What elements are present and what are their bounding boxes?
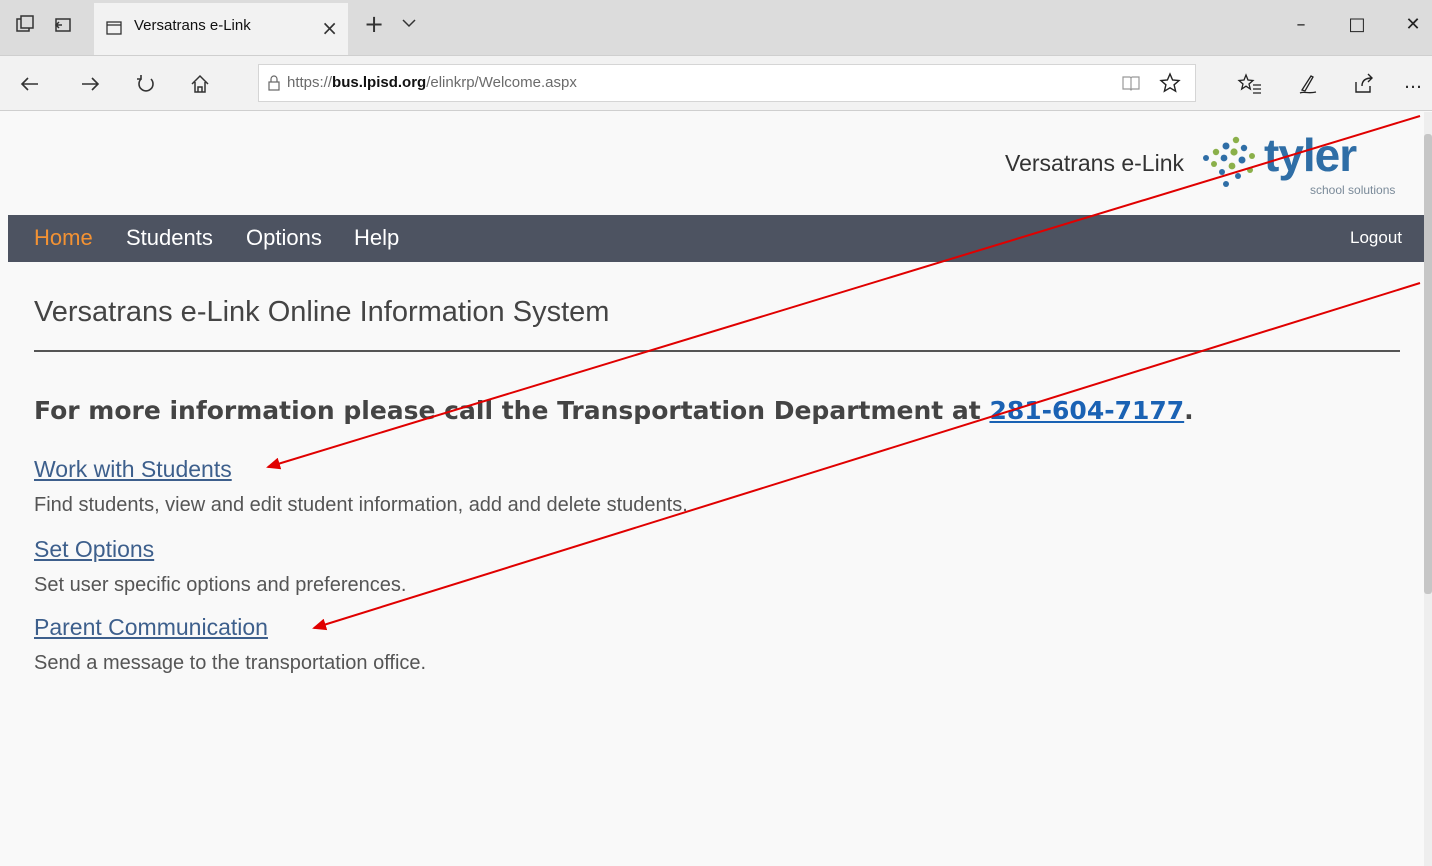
- address-bar[interactable]: https://bus.lpisd.org/elinkrp/Welcome.as…: [258, 64, 1196, 102]
- more-icon[interactable]: …: [1404, 72, 1422, 93]
- refresh-icon[interactable]: [132, 70, 160, 98]
- set-options-link[interactable]: Set Options: [34, 536, 154, 563]
- scrollbar-thumb[interactable]: [1424, 134, 1432, 594]
- phone-link[interactable]: 281-604-7177: [989, 396, 1184, 425]
- minimize-button[interactable]: –: [1286, 10, 1316, 40]
- parent-communication-desc: Send a message to the transportation off…: [34, 652, 427, 674]
- close-window-button[interactable]: ✕: [1398, 10, 1428, 40]
- forward-icon[interactable]: [76, 70, 104, 98]
- set-tabs-aside-icon[interactable]: [52, 14, 74, 36]
- menu-home[interactable]: Home: [34, 225, 93, 251]
- work-with-students-desc: Find students, view and edit student inf…: [34, 494, 688, 516]
- home-icon[interactable]: [186, 70, 214, 98]
- tab-actions-icon[interactable]: [14, 14, 36, 36]
- pen-notes-icon[interactable]: [1294, 70, 1322, 98]
- favorite-star-icon[interactable]: [1159, 72, 1181, 98]
- main-menu-bar: Home Students Options Help Logout: [8, 215, 1424, 262]
- annotation-arrow: [312, 282, 1421, 631]
- chevron-down-icon[interactable]: [400, 14, 418, 36]
- menu-help[interactable]: Help: [354, 225, 399, 251]
- menu-students[interactable]: Students: [126, 225, 213, 251]
- logout-link[interactable]: Logout: [1350, 228, 1402, 248]
- page-title: Versatrans e-Link Online Information Sys…: [34, 296, 610, 328]
- lock-icon: [267, 75, 281, 95]
- browser-toolbar: https://bus.lpisd.org/elinkrp/Welcome.as…: [0, 56, 1432, 111]
- favorites-hub-icon[interactable]: [1236, 70, 1264, 98]
- url-text[interactable]: https://bus.lpisd.org/elinkrp/Welcome.as…: [287, 74, 577, 91]
- tab-title: Versatrans e-Link: [134, 17, 251, 34]
- new-tab-button[interactable]: +: [364, 12, 384, 36]
- logo-subtitle: school solutions: [1310, 183, 1396, 197]
- maximize-button[interactable]: □: [1342, 10, 1372, 40]
- brand-text: Versatrans e-Link: [1005, 150, 1184, 176]
- share-icon[interactable]: [1350, 70, 1378, 98]
- back-icon[interactable]: [16, 70, 44, 98]
- browser-tab[interactable]: Versatrans e-Link ×: [94, 3, 348, 55]
- page-icon: [106, 20, 122, 40]
- reading-view-icon[interactable]: [1121, 73, 1141, 97]
- work-with-students-link[interactable]: Work with Students: [34, 456, 232, 483]
- close-tab-icon[interactable]: ×: [321, 18, 338, 38]
- browser-tab-bar: Versatrans e-Link × + – □ ✕: [0, 0, 1432, 56]
- contact-info: For more information please call the Tra…: [34, 396, 1194, 425]
- title-divider: [34, 350, 1400, 352]
- logo-wordmark: tyler: [1264, 129, 1357, 181]
- set-options-desc: Set user specific options and preference…: [34, 574, 407, 596]
- menu-options[interactable]: Options: [246, 225, 322, 251]
- parent-communication-link[interactable]: Parent Communication: [34, 614, 268, 641]
